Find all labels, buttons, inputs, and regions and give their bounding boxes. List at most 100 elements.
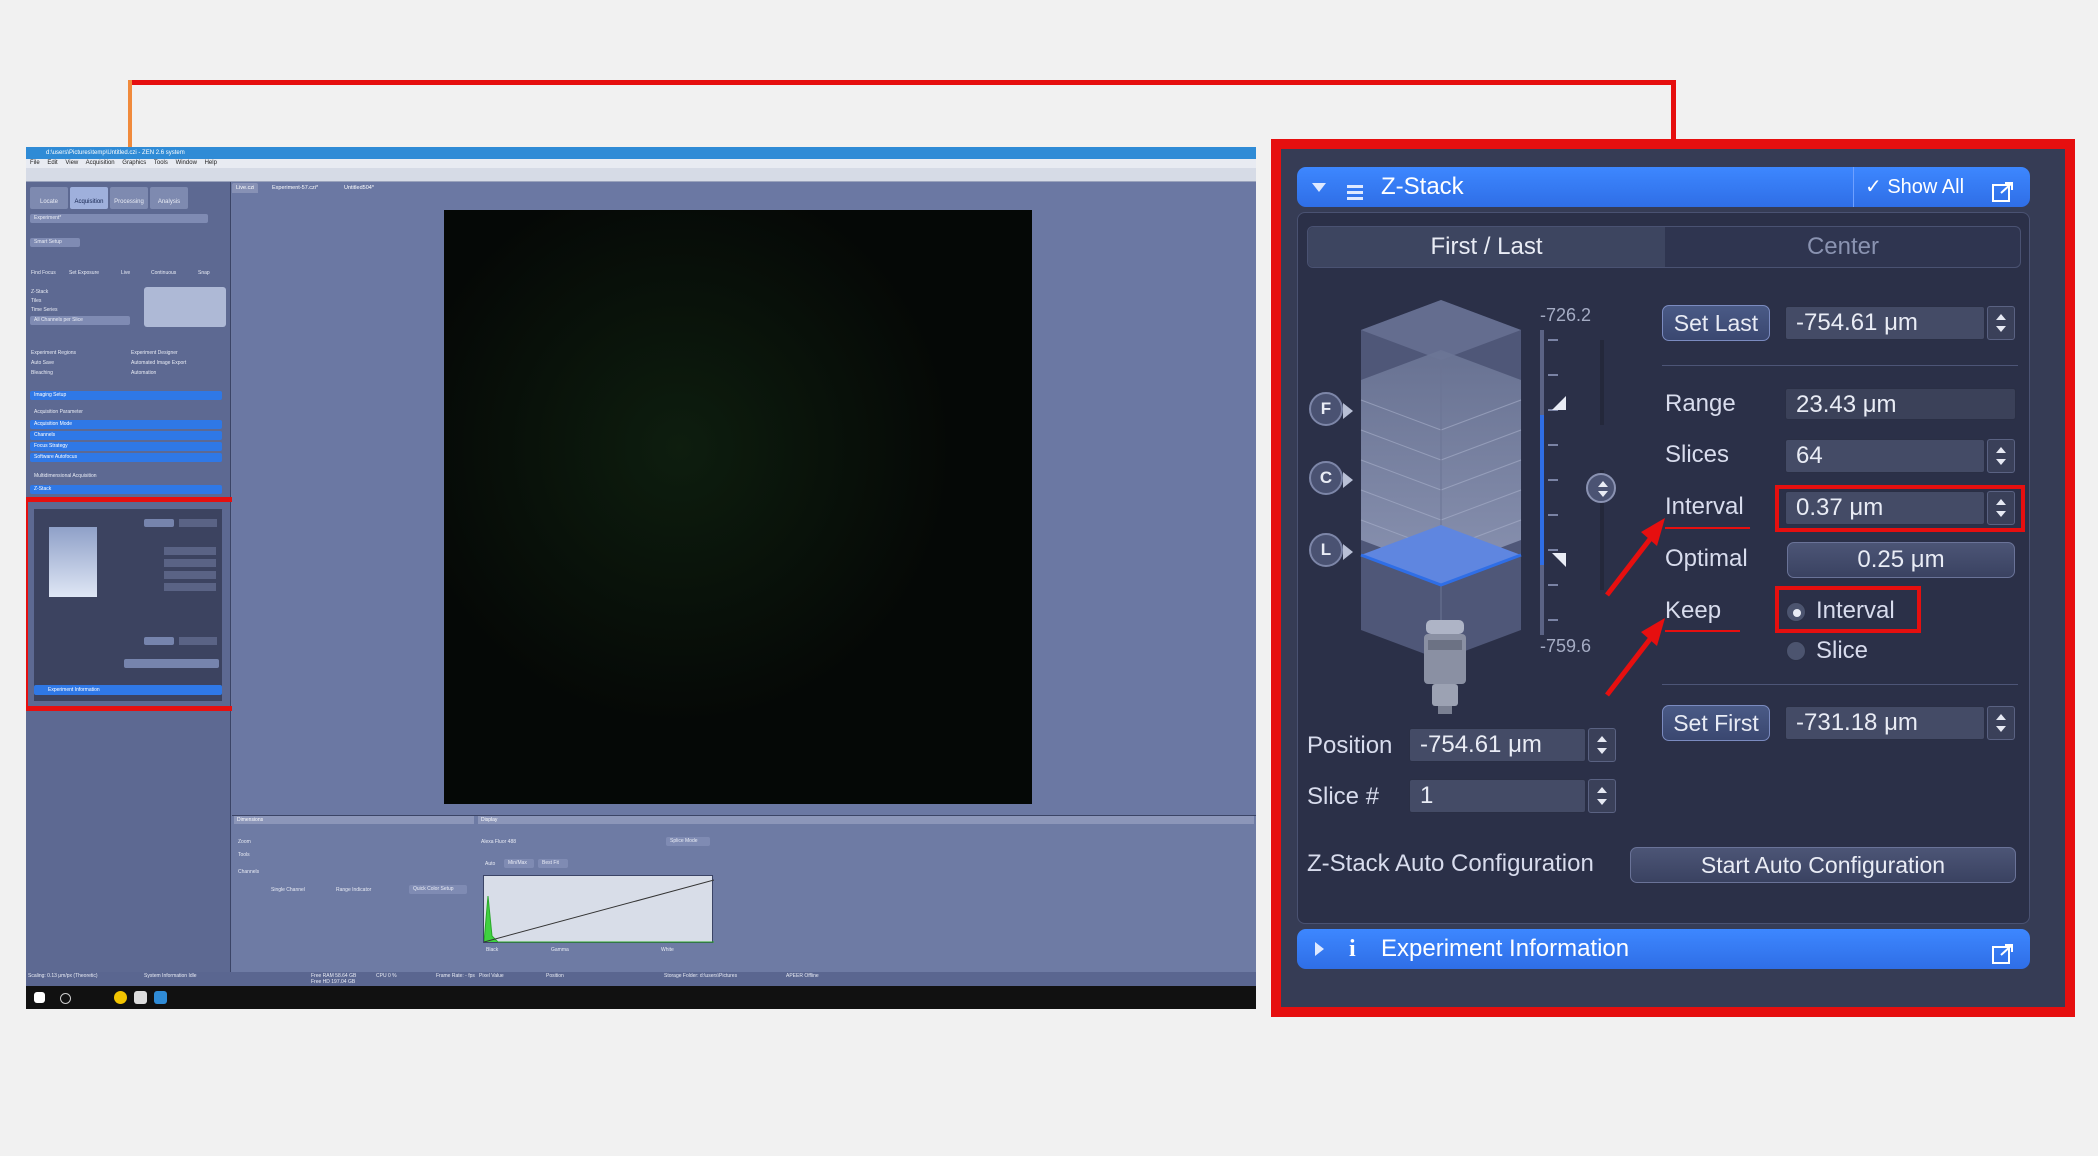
black-label: Black (486, 947, 499, 953)
doc-tab-experiment[interactable]: Experiment-57.czi* (268, 183, 322, 193)
chevron-down-icon[interactable] (1312, 183, 1326, 192)
search-icon[interactable] (60, 993, 71, 1004)
range-indicator-checkbox[interactable]: Range Indicator (336, 887, 371, 894)
chevron-right-icon[interactable] (1315, 942, 1324, 956)
slice-number-field[interactable]: 1 (1409, 779, 1586, 813)
time-series-checkbox[interactable]: Time Series (31, 307, 58, 314)
set-first-stepper[interactable] (1987, 706, 2015, 740)
experiment-info-title: Experiment Information (1381, 935, 1630, 962)
status-apeer: APEER Offline (786, 973, 819, 979)
auto-save-checkbox[interactable]: Auto Save (31, 360, 54, 367)
position-value-field[interactable]: -754.61 μm (1409, 728, 1586, 762)
zstack-checkbox[interactable]: Z-Stack (31, 289, 48, 296)
app-screenshot-thumbnail: d:\users\Pictures\temp\Untitled.czi - ZE… (26, 147, 1256, 1009)
tab-first-last[interactable]: First / Last (1308, 227, 1665, 267)
splice-mode-button[interactable]: Splice Mode (666, 837, 710, 846)
doc-tab-untitled[interactable]: Untitled504* (340, 183, 378, 193)
show-all-toggle[interactable]: ✓ Show All (1865, 167, 1964, 207)
doc-tab-live[interactable]: Live.czi (232, 183, 259, 193)
status-free-hd: Free HD 197.04 GB (311, 979, 356, 985)
slices-label: Slices (1665, 441, 1730, 468)
continuous-button[interactable]: Continuous (151, 270, 176, 277)
menu-graphics[interactable]: Graphics (122, 160, 146, 166)
smart-setup-button[interactable]: Smart Setup (30, 238, 80, 247)
slice-number-stepper[interactable] (1588, 779, 1616, 813)
slices-value-field[interactable]: 64 (1785, 439, 1985, 473)
focus-last-button[interactable]: L (1309, 533, 1353, 567)
zstack-mini-header[interactable]: Z-Stack (30, 485, 222, 494)
set-last-value-field[interactable]: -754.61 μm (1785, 306, 1985, 340)
experiment-info-header[interactable]: i Experiment Information (1297, 929, 2030, 969)
set-exposure-button[interactable]: Set Exposure (69, 270, 99, 277)
gamma-label: Gamma (551, 947, 569, 953)
start-auto-config-button[interactable]: Start Auto Configuration (1630, 847, 2016, 883)
status-system: System Information Idle (144, 973, 197, 979)
set-first-button[interactable]: Set First (1662, 705, 1770, 741)
imaging-setup-header[interactable]: Imaging Setup (30, 391, 222, 400)
bottom-panel (232, 815, 1256, 973)
tab-analysis[interactable]: Analysis (150, 187, 188, 209)
windows-logo-icon[interactable] (34, 992, 45, 1003)
set-last-stepper[interactable] (1987, 306, 2015, 340)
snap-button[interactable]: Snap (198, 270, 210, 277)
microscope-image-view[interactable] (444, 210, 1032, 804)
menu-edit[interactable]: Edit (47, 160, 57, 166)
tab-acquisition[interactable]: Acquisition (70, 187, 108, 209)
popout-icon[interactable] (1992, 938, 2014, 964)
dimensions-tab[interactable]: Dimensions (234, 816, 474, 824)
channels-label: Channels (238, 869, 260, 875)
software-autofocus-header[interactable]: Software Autofocus (30, 453, 222, 462)
min-max-button[interactable]: Min/Max (504, 859, 534, 868)
scale-top-value: -726.2 (1540, 305, 1592, 325)
optimal-value-button[interactable]: 0.25 μm (1787, 542, 2015, 578)
keep-slice-radio[interactable] (1786, 641, 1806, 661)
auto-checkbox[interactable]: Auto (485, 861, 495, 868)
live-button[interactable]: Live (121, 270, 130, 277)
experiment-select[interactable]: Experiment* (30, 214, 208, 223)
find-focus-button[interactable]: Find Focus (31, 270, 56, 277)
set-first-value-field[interactable]: -731.18 μm (1785, 706, 1985, 740)
zen-app-icon[interactable] (154, 991, 167, 1004)
position-stepper[interactable] (1588, 728, 1616, 762)
chrome-icon[interactable] (114, 991, 127, 1004)
stepper-icon[interactable] (1586, 473, 1616, 503)
best-fit-button[interactable]: Best Fit (538, 859, 568, 868)
experiment-designer-checkbox[interactable]: Experiment Designer (131, 350, 178, 357)
bleaching-checkbox[interactable]: Bleaching (31, 370, 53, 377)
focus-center-button[interactable]: C (1309, 461, 1353, 495)
menu-file[interactable]: File (30, 160, 40, 166)
focus-strategy-header[interactable]: Focus Strategy (30, 442, 222, 451)
zstack-header[interactable]: Z-Stack ✓ Show All (1297, 167, 2030, 207)
quick-color-setup-button[interactable]: Quick Color Setup (409, 885, 467, 894)
popout-icon[interactable] (1992, 176, 2014, 202)
menu-tools[interactable]: Tools (154, 160, 168, 166)
menu-help[interactable]: Help (205, 160, 217, 166)
display-tab[interactable]: Display (478, 816, 1254, 824)
experiment-stack-icon (144, 287, 226, 327)
channels-header[interactable]: Channels (30, 431, 222, 440)
automation-checkbox[interactable]: Automation (131, 370, 156, 377)
menu-acquisition[interactable]: Acquisition (86, 160, 115, 166)
status-pixel-value: Pixel Value (479, 973, 504, 979)
image-export-checkbox[interactable]: Automated Image Export (131, 360, 186, 367)
focus-first-button[interactable]: F (1309, 392, 1353, 426)
tiles-checkbox[interactable]: Tiles (31, 298, 41, 305)
tab-locate[interactable]: Locate (30, 187, 68, 209)
tab-processing[interactable]: Processing (110, 187, 148, 209)
slices-stepper[interactable] (1987, 439, 2015, 473)
range-label: Range (1665, 390, 1736, 417)
experiment-regions-checkbox[interactable]: Experiment Regions (31, 350, 76, 357)
single-channel-checkbox[interactable]: Single Channel (271, 887, 305, 894)
objective-icon (1424, 620, 1466, 714)
acquisition-mode-header[interactable]: Acquisition Mode (30, 420, 222, 429)
tools-label: Tools (238, 852, 250, 858)
menu-view[interactable]: View (65, 160, 78, 166)
histogram[interactable] (483, 875, 715, 943)
channels-per-slice-select[interactable]: All Channels per Slice (30, 316, 130, 325)
zstack-title: Z-Stack (1381, 173, 1464, 200)
tab-center[interactable]: Center (1666, 227, 2020, 267)
explorer-icon[interactable] (134, 991, 147, 1004)
menu-window[interactable]: Window (176, 160, 197, 166)
separator (1662, 684, 2018, 685)
set-last-button[interactable]: Set Last (1662, 305, 1770, 341)
